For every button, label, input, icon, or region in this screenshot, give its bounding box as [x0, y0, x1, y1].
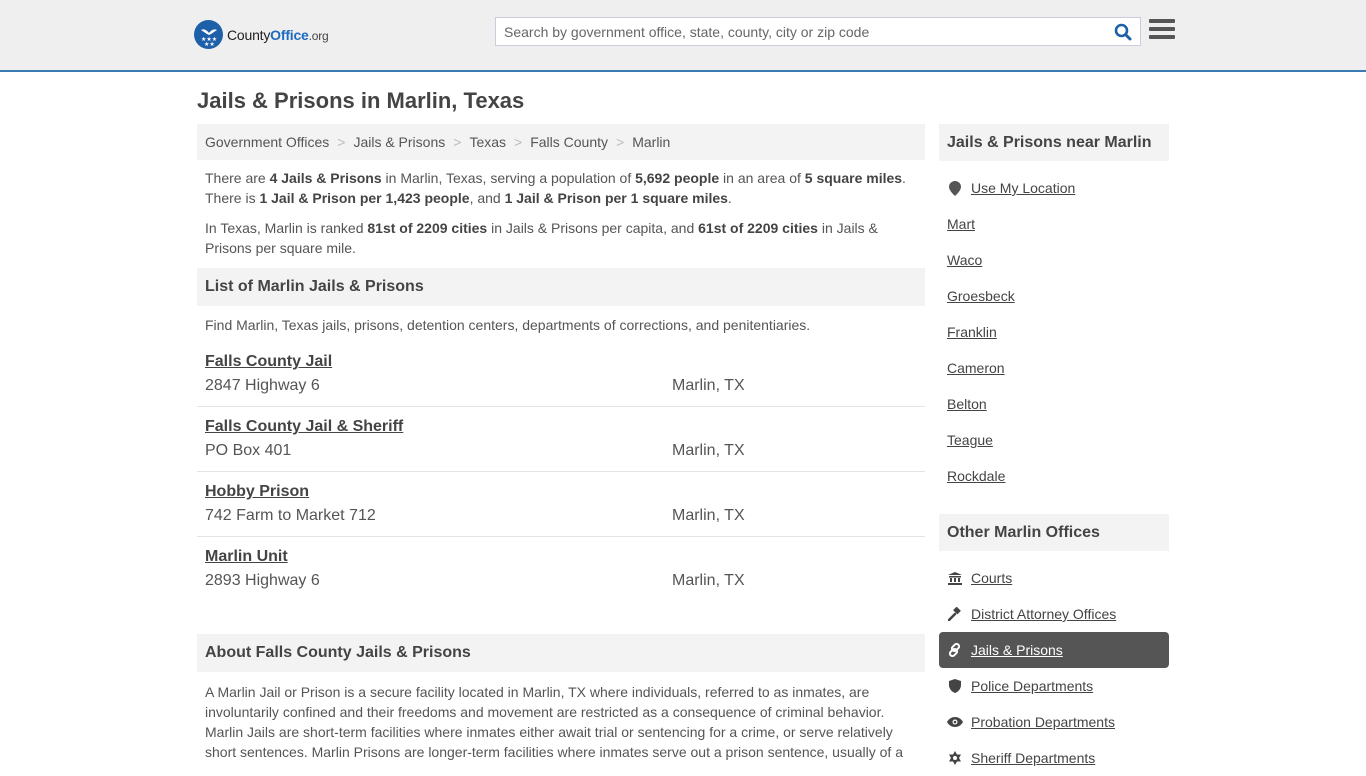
listing-city: Marlin, TX	[672, 572, 745, 589]
list-section-heading: List of Marlin Jails & Prisons	[197, 268, 925, 306]
listing-city: Marlin, TX	[672, 507, 745, 524]
site-header: ★★★ ★★ CountyOffice.org	[0, 0, 1366, 72]
eye-icon	[947, 717, 963, 727]
listing-address: 742 Farm to Market 712	[205, 507, 376, 524]
about-section-heading: About Falls County Jails & Prisons	[197, 634, 925, 672]
use-my-location-link[interactable]: Use My Location	[939, 170, 1169, 206]
breadcrumb-government-offices[interactable]: Government Offices	[205, 134, 329, 150]
sidebar-item-jails-prisons[interactable]: Jails & Prisons	[939, 632, 1169, 668]
sidebar-item-courts[interactable]: Courts	[939, 560, 1169, 596]
search-input[interactable]	[496, 18, 1106, 45]
nearby-heading: Jails & Prisons near Marlin	[939, 124, 1169, 161]
gavel-icon	[947, 607, 963, 621]
nearby-city-link[interactable]: Cameron	[939, 350, 1169, 386]
breadcrumb-marlin[interactable]: Marlin	[632, 134, 670, 150]
star-badge-icon	[947, 751, 963, 765]
courthouse-icon	[947, 571, 963, 585]
nearby-city-link[interactable]: Belton	[939, 386, 1169, 422]
sidebar: Jails & Prisons near Marlin Use My Locat…	[939, 124, 1169, 776]
shield-icon	[947, 679, 963, 693]
breadcrumb-jails-prisons[interactable]: Jails & Prisons	[353, 134, 445, 150]
nearby-city-link[interactable]: Teague	[939, 422, 1169, 458]
search-button[interactable]	[1106, 18, 1140, 45]
listing-item: Marlin Unit 2893 Highway 6 Marlin, TX	[197, 537, 925, 602]
sidebar-item-district-attorney[interactable]: District Attorney Offices	[939, 596, 1169, 632]
breadcrumb-texas[interactable]: Texas	[469, 134, 506, 150]
listing-address: 2847 Highway 6	[205, 377, 320, 394]
search-icon	[1114, 23, 1132, 40]
listing-item: Hobby Prison 742 Farm to Market 712 Marl…	[197, 472, 925, 537]
svg-text:★★: ★★	[204, 41, 215, 46]
listing-address: 2893 Highway 6	[205, 572, 320, 589]
about-section-text: A Marlin Jail or Prison is a secure faci…	[205, 684, 903, 760]
link-icon	[947, 643, 963, 657]
map-marker-icon	[947, 180, 963, 196]
listing-name-link[interactable]: Falls County Jail	[205, 353, 332, 371]
sidebar-item-probation[interactable]: Probation Departments	[939, 704, 1169, 740]
breadcrumb: Government Offices > Jails & Prisons > T…	[197, 124, 925, 160]
breadcrumb-separator: >	[514, 134, 523, 150]
sidebar-item-sheriff[interactable]: Sheriff Departments	[939, 740, 1169, 776]
listings: Falls County Jail 2847 Highway 6 Marlin,…	[197, 342, 925, 602]
listing-item: Falls County Jail & Sheriff PO Box 401 M…	[197, 407, 925, 472]
other-offices-heading: Other Marlin Offices	[939, 514, 1169, 551]
listing-address: PO Box 401	[205, 442, 292, 459]
nearby-list: Use My Location Mart Waco Groesbeck Fran…	[939, 170, 1169, 494]
intro-text: There are 4 Jails & Prisons in Marlin, T…	[197, 160, 925, 258]
logo-text: CountyOffice.org	[227, 26, 329, 43]
listing-name-link[interactable]: Falls County Jail & Sheriff	[205, 418, 403, 436]
listing-item: Falls County Jail 2847 Highway 6 Marlin,…	[197, 342, 925, 407]
nearby-city-link[interactable]: Waco	[939, 242, 1169, 278]
breadcrumb-separator: >	[337, 134, 346, 150]
nearby-city-link[interactable]: Rockdale	[939, 458, 1169, 494]
intro-paragraph-stats: There are 4 Jails & Prisons in Marlin, T…	[205, 170, 906, 206]
sidebar-item-police[interactable]: Police Departments	[939, 668, 1169, 704]
listing-name-link[interactable]: Marlin Unit	[205, 548, 288, 566]
main-content: Government Offices > Jails & Prisons > T…	[197, 124, 925, 762]
page-title: Jails & Prisons in Marlin, Texas	[197, 88, 525, 113]
intro-paragraph-ranking: In Texas, Marlin is ranked 81st of 2209 …	[205, 220, 878, 256]
listing-name-link[interactable]: Hobby Prison	[205, 483, 309, 501]
other-offices-list: Courts District Attorney Offices Jails &…	[939, 560, 1169, 776]
hamburger-menu-icon[interactable]	[1149, 19, 1175, 43]
nearby-city-link[interactable]: Mart	[939, 206, 1169, 242]
nearby-city-link[interactable]: Groesbeck	[939, 278, 1169, 314]
breadcrumb-falls-county[interactable]: Falls County	[530, 134, 608, 150]
eagle-logo-icon: ★★★ ★★	[194, 20, 223, 49]
breadcrumb-separator: >	[616, 134, 625, 150]
nearby-city-link[interactable]: Franklin	[939, 314, 1169, 350]
site-logo[interactable]: ★★★ ★★ CountyOffice.org	[194, 20, 329, 49]
listing-city: Marlin, TX	[672, 442, 745, 459]
listing-city: Marlin, TX	[672, 377, 745, 394]
breadcrumb-separator: >	[453, 134, 462, 150]
list-section-description: Find Marlin, Texas jails, prisons, deten…	[205, 317, 811, 333]
search-bar	[495, 17, 1141, 46]
